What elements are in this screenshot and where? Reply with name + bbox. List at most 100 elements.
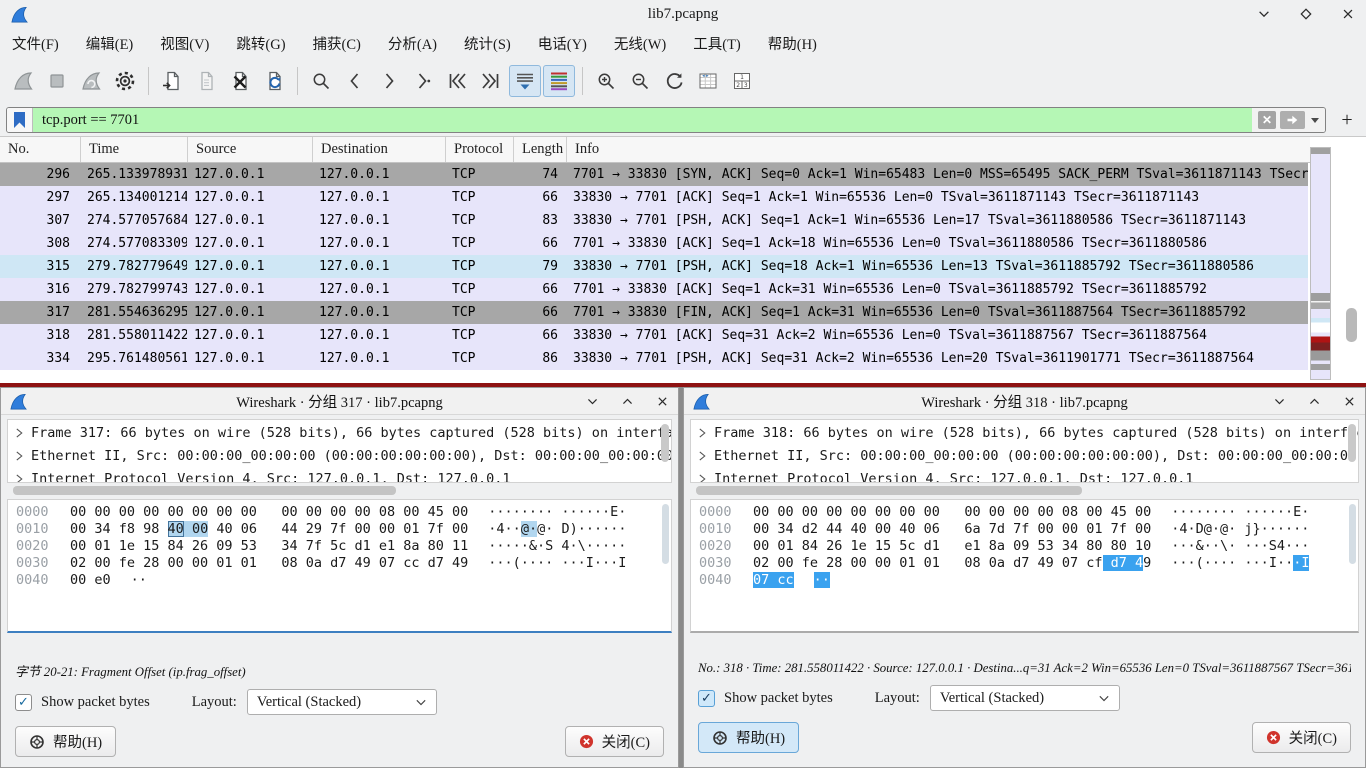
packet-row-316[interactable]: 316279.782799743127.0.0.1127.0.0.1TCP667… (0, 278, 1308, 301)
go-last-button[interactable] (475, 65, 507, 97)
tree-row[interactable]: Internet Protocol Version 4, Src: 127.0.… (695, 467, 1358, 483)
hex-scrollbar[interactable] (662, 504, 669, 564)
zoom-out-button[interactable] (624, 65, 656, 97)
filter-apply-icon[interactable] (1280, 111, 1305, 129)
intelligent-scrollbar-minimap[interactable] (1310, 147, 1331, 380)
help-button[interactable]: 帮助(H) (698, 722, 799, 753)
menu-item-analyze[interactable]: 分析(A) (388, 33, 437, 54)
expand-chevron-icon[interactable] (698, 450, 707, 462)
hex-line-0030[interactable]: 003002 00 fe 28 00 00 01 01 08 0a d7 49 … (16, 555, 671, 572)
menu-item-wireless[interactable]: 无线(W) (614, 33, 666, 54)
restore-icon[interactable] (620, 394, 635, 409)
capture-options-button[interactable] (109, 65, 141, 97)
tree-scrollbar[interactable] (1348, 424, 1356, 462)
go-back-button[interactable] (339, 65, 371, 97)
packet-row-297[interactable]: 297265.134001214127.0.0.1127.0.0.1TCP663… (0, 186, 1308, 209)
hex-line-0020[interactable]: 002000 01 1e 15 84 26 09 53 34 7f 5c d1 … (16, 538, 671, 555)
column-header-length[interactable]: Length (513, 137, 566, 162)
close-button[interactable]: 关闭(C) (565, 726, 664, 757)
auto-scroll-button[interactable] (509, 65, 541, 97)
minimize-icon[interactable] (1272, 394, 1287, 409)
menu-item-statistics[interactable]: 统计(S) (464, 33, 511, 54)
tree-row[interactable]: Ethernet II, Src: 00:00:00_00:00:00 (00:… (12, 444, 671, 467)
close-file-button[interactable] (224, 65, 256, 97)
layout-pane-button[interactable]: 123 (726, 65, 758, 97)
filter-bookmark-icon[interactable] (7, 108, 33, 132)
hex-dump-pane[interactable]: 000000 00 00 00 00 00 00 00 00 00 00 00 … (690, 499, 1359, 633)
packet-row-317[interactable]: 317281.554636295127.0.0.1127.0.0.1TCP667… (0, 301, 1308, 324)
column-header-destination[interactable]: Destination (312, 137, 445, 162)
filter-dropdown-caret-icon[interactable] (1311, 118, 1319, 123)
menu-item-edit[interactable]: 编辑(E) (86, 33, 134, 54)
menu-item-help[interactable]: 帮助(H) (768, 33, 817, 54)
packet-row-296[interactable]: 296265.133978931127.0.0.1127.0.0.1TCP747… (0, 163, 1308, 186)
packet-row-334[interactable]: 334295.761480561127.0.0.1127.0.0.1TCP863… (0, 347, 1308, 370)
reload-file-button[interactable] (258, 65, 290, 97)
resize-columns-button[interactable] (692, 65, 724, 97)
column-header-info[interactable]: Info (566, 137, 1310, 162)
hex-line-0010[interactable]: 001000 34 d2 44 40 00 40 06 6a 7d 7f 00 … (699, 521, 1358, 538)
protocol-tree[interactable]: Frame 317: 66 bytes on wire (528 bits), … (7, 419, 672, 483)
packet-row-315[interactable]: 315279.782779649127.0.0.1127.0.0.1TCP793… (0, 255, 1308, 278)
zoom-reset-button[interactable] (658, 65, 690, 97)
go-to-packet-button[interactable] (407, 65, 439, 97)
show-packet-bytes-checkbox[interactable]: ✓ (15, 694, 32, 711)
layout-select[interactable]: Vertical (Stacked) (930, 685, 1120, 711)
column-header-source[interactable]: Source (187, 137, 312, 162)
hex-line-0000[interactable]: 000000 00 00 00 00 00 00 00 00 00 00 00 … (16, 504, 671, 521)
tree-row[interactable]: Ethernet II, Src: 00:00:00_00:00:00 (00:… (695, 444, 1358, 467)
close-button[interactable]: 关闭(C) (1252, 722, 1351, 753)
open-file-button[interactable] (156, 65, 188, 97)
expand-chevron-icon[interactable] (698, 427, 707, 439)
expand-chevron-icon[interactable] (15, 450, 24, 462)
menu-item-view[interactable]: 视图(V) (160, 33, 209, 54)
expand-chevron-icon[interactable] (15, 427, 24, 439)
packet-row-308[interactable]: 308274.577083309127.0.0.1127.0.0.1TCP667… (0, 232, 1308, 255)
hex-line-0040[interactable]: 004000 e0·· (16, 572, 671, 589)
minimize-icon[interactable] (585, 394, 600, 409)
go-forward-button[interactable] (373, 65, 405, 97)
hex-dump-pane[interactable]: 000000 00 00 00 00 00 00 00 00 00 00 00 … (7, 499, 672, 633)
tree-hscrollbar-thumb[interactable] (696, 486, 1082, 495)
packet-row-307[interactable]: 307274.577057684127.0.0.1127.0.0.1TCP833… (0, 209, 1308, 232)
expand-chevron-icon[interactable] (698, 473, 707, 484)
menu-item-file[interactable]: 文件(F) (12, 33, 59, 54)
packet-list-scrollbar[interactable] (1346, 308, 1357, 342)
tree-row[interactable]: Frame 317: 66 bytes on wire (528 bits), … (12, 421, 671, 444)
hex-line-0040[interactable]: 004007 cc·· (699, 572, 1358, 589)
hex-line-0010[interactable]: 001000 34 f8 98 40 00 40 06 44 29 7f 00 … (16, 521, 671, 538)
tree-scrollbar[interactable] (661, 424, 669, 462)
maximize-icon[interactable] (1298, 6, 1314, 22)
filter-clear-icon[interactable]: ✕ (1258, 111, 1276, 129)
column-header-time[interactable]: Time (80, 137, 187, 162)
hex-scrollbar[interactable] (1349, 504, 1356, 564)
close-icon[interactable] (655, 394, 670, 409)
expand-chevron-icon[interactable] (15, 473, 24, 484)
display-filter-input[interactable] (33, 108, 1252, 132)
find-packet-button[interactable] (305, 65, 337, 97)
hex-line-0000[interactable]: 000000 00 00 00 00 00 00 00 00 00 00 00 … (699, 504, 1358, 521)
menu-item-capture[interactable]: 捕获(C) (313, 33, 361, 54)
restore-icon[interactable] (1307, 394, 1322, 409)
close-icon[interactable] (1342, 394, 1357, 409)
menu-item-go[interactable]: 跳转(G) (236, 33, 285, 54)
hex-line-0020[interactable]: 002000 01 84 26 1e 15 5c d1 e1 8a 09 53 … (699, 538, 1358, 555)
minimize-icon[interactable] (1256, 6, 1272, 22)
packet-row-318[interactable]: 318281.558011422127.0.0.1127.0.0.1TCP663… (0, 324, 1308, 347)
tree-row[interactable]: Internet Protocol Version 4, Src: 127.0.… (12, 467, 671, 483)
menu-item-tools[interactable]: 工具(T) (693, 33, 741, 54)
protocol-tree[interactable]: Frame 318: 66 bytes on wire (528 bits), … (690, 419, 1359, 483)
go-first-button[interactable] (441, 65, 473, 97)
menu-item-telephony[interactable]: 电话(Y) (538, 33, 587, 54)
tree-hscrollbar-thumb[interactable] (13, 486, 396, 495)
filter-add-button[interactable]: + (1334, 109, 1360, 132)
zoom-in-button[interactable] (590, 65, 622, 97)
dialog-titlebar[interactable]: Wireshark · 分组 318 · lib7.pcapng (684, 388, 1365, 415)
close-icon[interactable] (1340, 6, 1356, 22)
layout-select[interactable]: Vertical (Stacked) (247, 689, 437, 715)
column-header-protocol[interactable]: Protocol (445, 137, 513, 162)
tree-row[interactable]: Frame 318: 66 bytes on wire (528 bits), … (695, 421, 1358, 444)
column-header-no[interactable]: No. (0, 137, 80, 162)
colorize-button[interactable] (543, 65, 575, 97)
dialog-titlebar[interactable]: Wireshark · 分组 317 · lib7.pcapng (1, 388, 678, 415)
